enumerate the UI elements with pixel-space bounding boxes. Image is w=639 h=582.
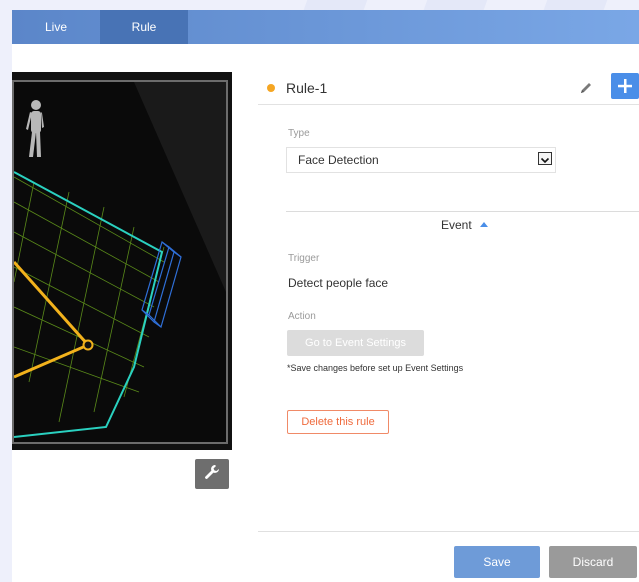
event-divider [286,211,639,212]
save-button[interactable]: Save [454,546,540,578]
delete-rule-button[interactable]: Delete this rule [287,410,389,434]
type-select[interactable]: Face Detection [286,147,556,173]
go-to-event-settings-button[interactable]: Go to Event Settings [287,330,424,356]
line-handle[interactable] [82,339,94,351]
plus-icon [611,79,639,103]
detection-area-outline[interactable] [14,171,164,438]
event-title: Event [441,218,472,232]
camera-settings-button[interactable] [195,459,229,489]
discard-button[interactable]: Discard [549,546,637,578]
type-label: Type [288,128,310,139]
chevron-up-icon [479,222,488,227]
edit-rule-button[interactable] [576,78,596,98]
add-rule-button[interactable] [611,73,639,99]
type-select-value: Face Detection [298,153,379,167]
action-label: Action [288,311,316,322]
top-navigation-bar: Live Rule [12,10,639,44]
wrench-icon [204,464,220,485]
camera-view[interactable] [12,80,228,444]
footer-divider [258,531,639,532]
rule-header: Rule-1 [258,72,639,105]
detection-grid [14,176,165,423]
event-section-toggle[interactable]: Event [441,218,488,232]
tab-live[interactable]: Live [12,10,100,44]
pencil-icon [576,83,596,102]
trigger-value: Detect people face [288,276,389,290]
person-icon [26,100,44,157]
rule-name: Rule-1 [286,80,328,96]
tab-rule[interactable]: Rule [100,10,188,44]
chevron-down-icon [538,152,552,165]
rule-status-dot [267,84,275,92]
save-note: *Save changes before set up Event Settin… [287,363,464,373]
trigger-label: Trigger [288,253,320,264]
